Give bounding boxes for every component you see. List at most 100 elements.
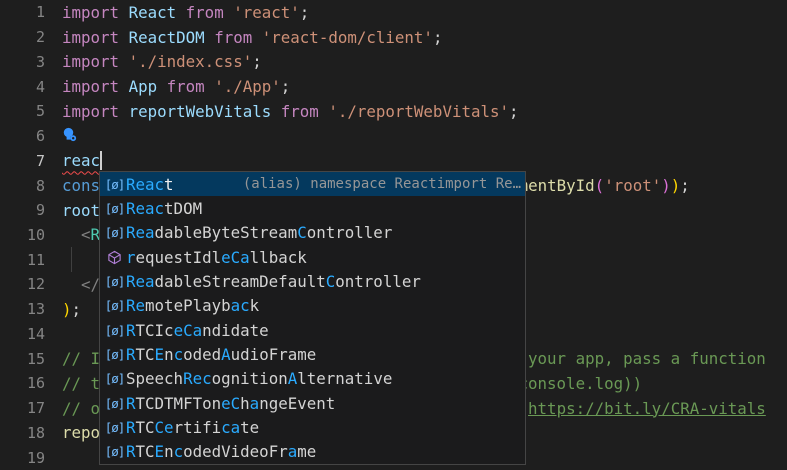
line-number: 7 [0, 152, 62, 170]
code-token: './reportWebVitals' [328, 102, 509, 121]
code-token: from [167, 77, 215, 96]
code-line-3[interactable]: 3import './index.css'; [0, 49, 787, 74]
code-text: import App from './App'; [62, 77, 290, 96]
line-number: 19 [0, 449, 62, 467]
code-token: 'react-dom/client' [262, 28, 433, 47]
code-token: from [186, 3, 234, 22]
suggestion-detail: (alias) namespace Reactimport Re… [235, 176, 521, 192]
code-token: import [62, 3, 129, 22]
line-number: 9 [0, 201, 62, 219]
line-number: 16 [0, 374, 62, 392]
code-line-2[interactable]: 2import ReactDOM from 'react-dom/client'… [0, 25, 787, 50]
symbol-variable-icon: [ø] [103, 444, 126, 459]
line-number: 14 [0, 325, 62, 343]
code-token: 'react' [233, 3, 300, 22]
code-token: ; [281, 77, 291, 96]
line-number: 1 [0, 3, 62, 21]
suggestion-label: requestIdleCallback [126, 248, 307, 267]
code-text: import React from 'react'; [62, 3, 309, 22]
suggestion-label: RTCIceCandidate [126, 321, 269, 340]
suggestion-label: ReadableStreamDefaultController [126, 272, 421, 291]
code-token: ; [300, 3, 310, 22]
suggestion-item-RTCCertificate[interactable]: [ø]RTCCertificate [100, 415, 525, 439]
code-line-6[interactable]: 6 [0, 124, 787, 149]
intellisense-popup: [ø]React(alias) namespace Reactimport Re… [99, 171, 526, 465]
line-number: 12 [0, 275, 62, 293]
line-number: 10 [0, 226, 62, 244]
line-number: 3 [0, 53, 62, 71]
suggestion-label: ReactDOM [126, 199, 202, 218]
code-token: ; [72, 300, 82, 319]
suggestion-item-RTCEncodedAudioFrame[interactable]: [ø]RTCEncodedAudioFrame [100, 342, 525, 366]
symbol-variable-icon: [ø] [103, 420, 126, 435]
text-cursor [100, 151, 102, 170]
line-number: 11 [0, 251, 62, 269]
suggestion-label: React [126, 175, 174, 194]
code-token: import [62, 28, 129, 47]
suggestion-item-requestIdleCallback[interactable]: requestIdleCallback [100, 245, 525, 269]
code-token: import [62, 52, 129, 71]
code-token: from [281, 102, 329, 121]
code-token: ; [433, 28, 443, 47]
code-token: ; [252, 52, 262, 71]
comment-link[interactable]: https://bit.ly/CRA-vitals [528, 399, 766, 418]
code-token: import [62, 102, 129, 121]
code-token: import [62, 77, 129, 96]
code-token: </ [81, 275, 100, 294]
code-line-5[interactable]: 5import reportWebVitals from './reportWe… [0, 99, 787, 124]
code-token [62, 275, 81, 294]
code-token: ReactDOM [129, 28, 215, 47]
code-text: ); [62, 300, 81, 319]
code-token: ( [595, 176, 605, 195]
suggestion-label: SpeechRecognitionAlternative [126, 369, 392, 388]
code-token: reportWebVitals [129, 102, 281, 121]
suggestion-item-SpeechRecognitionAlternative[interactable]: [ø]SpeechRecognitionAlternative [100, 367, 525, 391]
symbol-variable-icon: [ø] [103, 371, 126, 386]
suggestion-item-ReadableByteStreamController[interactable]: [ø]ReadableByteStreamController [100, 221, 525, 245]
code-token [62, 250, 100, 269]
suggestion-item-React[interactable]: [ø]React (alias) namespace Reactimport Re… [100, 172, 525, 196]
suggestion-label: RTCDTMFToneChangeEvent [126, 394, 335, 413]
symbol-variable-icon: [ø] [103, 201, 126, 216]
line-number: 4 [0, 78, 62, 96]
code-line-4[interactable]: 4import App from './App'; [0, 74, 787, 99]
code-text [62, 126, 78, 146]
line-number: 17 [0, 399, 62, 417]
code-line-1[interactable]: 1import React from 'react'; [0, 0, 787, 25]
code-text: import reportWebVitals from './reportWeb… [62, 102, 519, 121]
suggestion-item-RTCDTMFToneChangeEvent[interactable]: [ø]RTCDTMFToneChangeEvent [100, 391, 525, 415]
code-text: import './index.css'; [62, 52, 262, 71]
suggestion-item-ReactDOM[interactable]: [ø]ReactDOM [100, 196, 525, 220]
code-line-7[interactable]: 7reac [0, 148, 787, 173]
symbol-variable-icon: [ø] [103, 396, 126, 411]
symbol-method-icon [103, 250, 126, 265]
code-token: ) [661, 176, 671, 195]
code-token: ; [509, 102, 519, 121]
suggestion-item-RTCEncodedVideoFrame[interactable]: [ø]RTCEncodedVideoFrame [100, 440, 525, 464]
code-editor: 1import React from 'react';2import React… [0, 0, 787, 470]
code-token: App [129, 77, 167, 96]
suggestion-item-RemotePlayback[interactable]: [ø]RemotePlayback [100, 294, 525, 318]
code-token: reac [62, 151, 100, 170]
code-token: ; [680, 176, 690, 195]
code-text: reac [62, 151, 102, 170]
code-token: './App' [214, 77, 281, 96]
line-number: 13 [0, 300, 62, 318]
lightbulb-autofix-icon[interactable] [62, 127, 78, 147]
line-number: 18 [0, 424, 62, 442]
suggestion-item-ReadableStreamDefaultController[interactable]: [ø]ReadableStreamDefaultController [100, 269, 525, 293]
suggestion-item-RTCIceCandidate[interactable]: [ø]RTCIceCandidate [100, 318, 525, 342]
suggestion-label: RTCCertificate [126, 418, 259, 437]
code-token: './index.css' [129, 52, 253, 71]
symbol-variable-icon: [ø] [103, 177, 126, 192]
code-token: ) [671, 176, 681, 195]
suggestion-label: RemotePlayback [126, 296, 259, 315]
line-number: 2 [0, 28, 62, 46]
line-number: 8 [0, 177, 62, 195]
indent-guide-line [71, 247, 72, 272]
symbol-variable-icon: [ø] [103, 225, 126, 240]
code-token: root [62, 201, 100, 220]
suggestion-label: ReadableByteStreamController [126, 223, 392, 242]
code-token: React [129, 3, 186, 22]
symbol-variable-icon: [ø] [103, 274, 126, 289]
